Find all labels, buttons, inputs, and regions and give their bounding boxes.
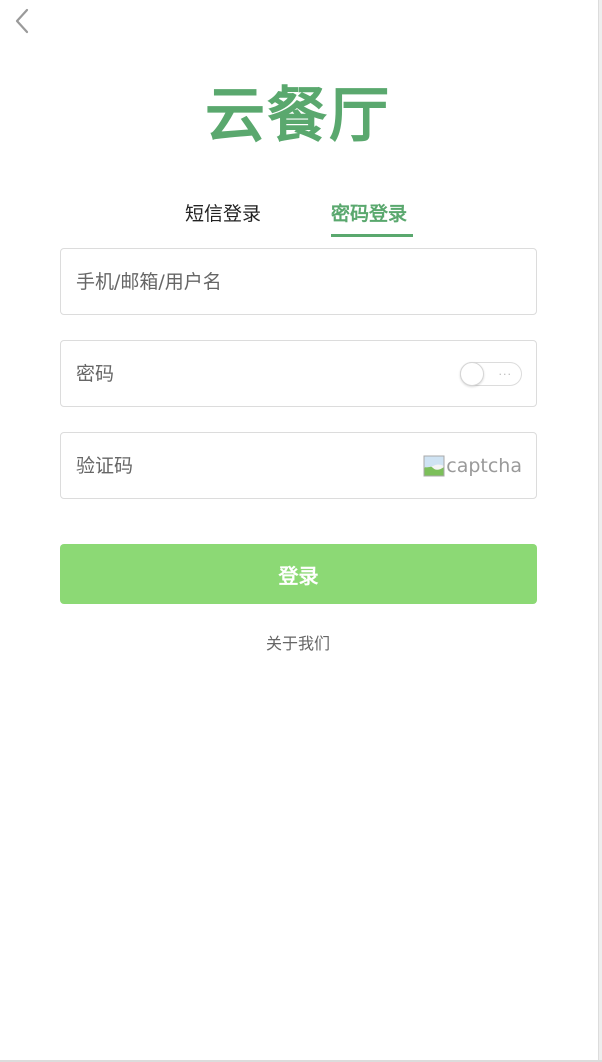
password-visibility-toggle[interactable]: ...	[460, 362, 522, 386]
active-tab-indicator	[331, 234, 413, 237]
captcha-image[interactable]: captcha	[423, 453, 522, 479]
tab-password-login[interactable]: 密码登录	[331, 196, 407, 232]
captcha-field: captcha	[60, 432, 537, 499]
captcha-alt-text: captcha	[446, 455, 522, 477]
password-field: ...	[60, 340, 537, 407]
back-button[interactable]	[10, 6, 34, 36]
login-tabs: 短信登录 密码登录	[0, 196, 596, 240]
captcha-input[interactable]	[76, 433, 416, 498]
app-title: 云餐厅	[205, 81, 391, 151]
window-edge	[598, 0, 602, 1062]
account-field	[60, 248, 537, 315]
toggle-dots-label: ...	[498, 365, 512, 378]
toggle-knob	[460, 362, 484, 386]
about-us-link[interactable]: 关于我们	[0, 630, 596, 654]
password-input[interactable]	[76, 341, 416, 406]
broken-image-icon	[423, 455, 445, 477]
account-input[interactable]	[76, 249, 416, 314]
login-button[interactable]: 登录	[60, 544, 537, 604]
chevron-left-icon	[10, 6, 34, 36]
tab-sms-login[interactable]: 短信登录	[185, 196, 261, 232]
